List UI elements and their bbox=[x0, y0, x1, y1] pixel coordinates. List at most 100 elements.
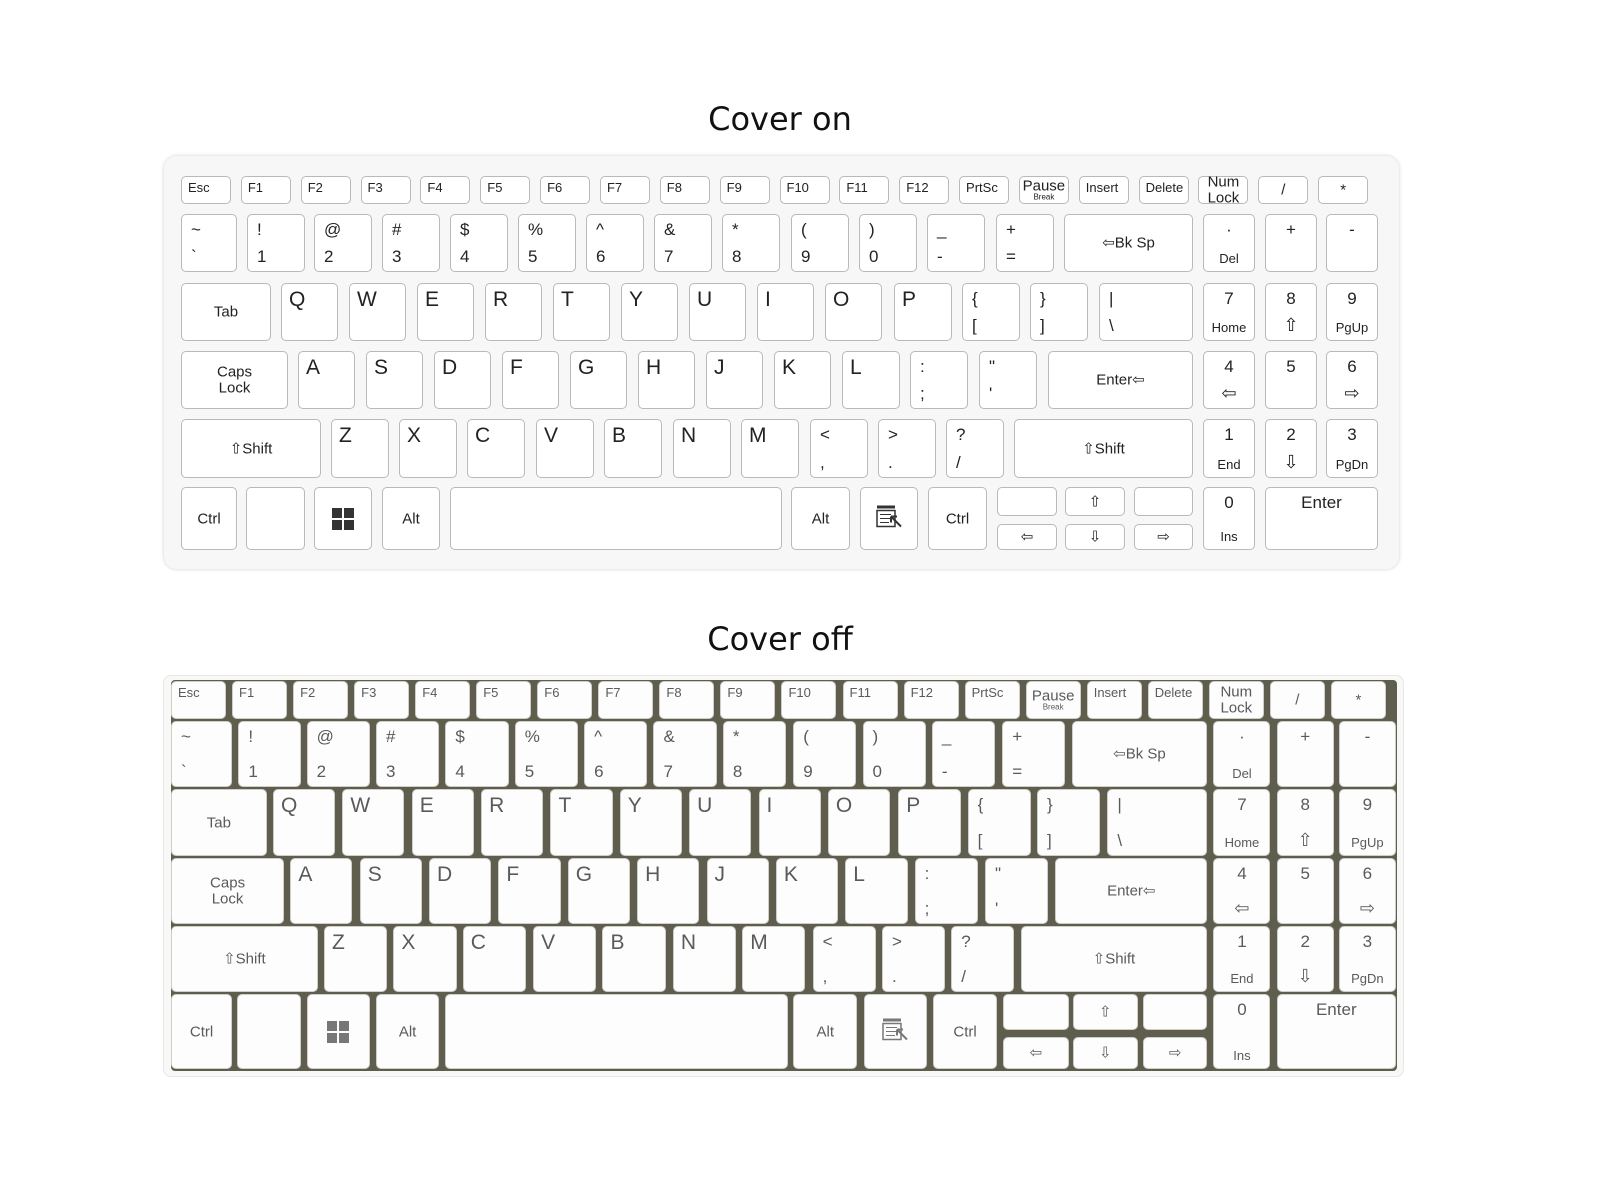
key-p[interactable]: P bbox=[894, 283, 952, 341]
key-symbol[interactable]: {[ bbox=[962, 283, 1020, 341]
key-symbol[interactable]: :; bbox=[914, 858, 978, 924]
key-symbol[interactable]: <, bbox=[810, 419, 868, 478]
key-q[interactable]: Q bbox=[273, 789, 336, 856]
key-z[interactable]: Z bbox=[324, 926, 388, 992]
key-9[interactable]: 9 PgUp bbox=[1326, 283, 1378, 341]
key-4[interactable]: 4 ⇦ bbox=[1203, 351, 1255, 409]
key-symbol[interactable]: _ - bbox=[931, 721, 996, 787]
key-symbol[interactable]: · Del bbox=[1203, 214, 1255, 272]
key-symbol[interactable]: · Del bbox=[1213, 721, 1271, 787]
key-blank[interactable] bbox=[246, 487, 305, 550]
key-m[interactable]: M bbox=[741, 419, 799, 478]
key-blank[interactable] bbox=[1143, 994, 1208, 1030]
key-q[interactable]: Q bbox=[281, 283, 338, 341]
key-7[interactable]: & 7 bbox=[654, 214, 712, 272]
key-num-lock[interactable]: Num Lock bbox=[1208, 681, 1264, 719]
key-blank[interactable] bbox=[450, 487, 782, 550]
key-symbol[interactable]: ⇨ bbox=[1134, 524, 1193, 550]
key-v[interactable]: V bbox=[536, 419, 594, 478]
key-g[interactable]: G bbox=[567, 858, 630, 924]
key-8[interactable]: 8 ⇧ bbox=[1265, 283, 1317, 341]
key-3[interactable]: 3 PgDn bbox=[1326, 419, 1378, 478]
key-k[interactable]: K bbox=[774, 351, 831, 409]
key-3[interactable]: #3 bbox=[382, 214, 440, 272]
key-n[interactable]: N bbox=[673, 419, 731, 478]
key-f12[interactable]: F12 bbox=[899, 176, 950, 204]
key-menu-icon[interactable] bbox=[860, 487, 918, 550]
key-f9[interactable]: F9 bbox=[720, 681, 776, 719]
key-symbol[interactable]: ~ ` bbox=[181, 214, 237, 272]
key-9[interactable]: 9 PgUp bbox=[1338, 789, 1396, 856]
key-symbol[interactable]: + bbox=[1265, 214, 1317, 272]
key-z[interactable]: Z bbox=[331, 419, 389, 478]
key-1[interactable]: ! 1 bbox=[247, 214, 305, 272]
key-h[interactable]: H bbox=[638, 351, 695, 409]
key-f6[interactable]: F6 bbox=[540, 176, 591, 204]
key-t[interactable]: T bbox=[553, 283, 610, 341]
key-enter[interactable]: Enter bbox=[1276, 994, 1396, 1069]
key-w[interactable]: W bbox=[342, 789, 405, 856]
key-pause[interactable]: Pause Break bbox=[1018, 176, 1069, 204]
key-f[interactable]: F bbox=[502, 351, 559, 409]
key-symbol[interactable]: ⇩ bbox=[1065, 524, 1125, 550]
key-9[interactable]: (9 bbox=[793, 721, 857, 787]
key-symbol[interactable]: + = bbox=[1002, 721, 1066, 787]
key-symbol[interactable]: ⇦ bbox=[997, 524, 1057, 550]
key-2[interactable]: @2 bbox=[314, 214, 372, 272]
key-esc[interactable]: Esc bbox=[181, 176, 231, 204]
key-f6[interactable]: F6 bbox=[537, 681, 593, 719]
key-4[interactable]: $4 bbox=[445, 721, 509, 787]
key-5[interactable]: % 5 bbox=[518, 214, 576, 272]
key-symbol[interactable]: ⇩ bbox=[1072, 1036, 1138, 1069]
key-e[interactable]: E bbox=[417, 283, 474, 341]
key-f8[interactable]: F8 bbox=[659, 681, 715, 719]
key-8[interactable]: * 8 bbox=[722, 214, 780, 272]
key-j[interactable]: J bbox=[706, 858, 769, 924]
key-6[interactable]: ^ 6 bbox=[584, 721, 648, 787]
key-f5[interactable]: F5 bbox=[480, 176, 531, 204]
key-8[interactable]: * 8 bbox=[722, 721, 786, 787]
key-tab[interactable]: Tab bbox=[171, 789, 267, 856]
key-7[interactable]: 7 Home bbox=[1213, 789, 1271, 856]
key-l[interactable]: L bbox=[842, 351, 900, 409]
key-x[interactable]: X bbox=[399, 419, 457, 478]
key-bk-sp[interactable]: ⇦Bk Sp bbox=[1071, 721, 1208, 787]
key-blank[interactable] bbox=[997, 487, 1057, 516]
key-symbol[interactable]: {[ bbox=[967, 789, 1031, 856]
key-a[interactable]: A bbox=[298, 351, 355, 409]
key-f1[interactable]: F1 bbox=[232, 681, 288, 719]
key-f10[interactable]: F10 bbox=[779, 176, 830, 204]
key-pause[interactable]: Pause Break bbox=[1025, 681, 1081, 719]
key-symbol[interactable]: * bbox=[1318, 176, 1369, 204]
key-alt[interactable]: Alt bbox=[382, 487, 440, 550]
key-ctrl[interactable]: Ctrl bbox=[171, 994, 233, 1069]
key-2[interactable]: 2 ⇩ bbox=[1276, 926, 1334, 992]
key-o[interactable]: O bbox=[825, 283, 882, 341]
key-insert[interactable]: Insert bbox=[1078, 176, 1129, 204]
key-menu-icon[interactable] bbox=[863, 994, 927, 1069]
key-ctrl[interactable]: Ctrl bbox=[928, 487, 987, 550]
key-2[interactable]: @2 bbox=[306, 721, 370, 787]
key-symbol[interactable]: " ' bbox=[979, 351, 1037, 409]
key-symbol[interactable]: / bbox=[1258, 176, 1309, 204]
key-f3[interactable]: F3 bbox=[354, 681, 410, 719]
key-symbol[interactable]: + = bbox=[996, 214, 1054, 272]
key-v[interactable]: V bbox=[533, 926, 597, 992]
key-blank[interactable] bbox=[1003, 994, 1069, 1030]
key-symbol[interactable]: }] bbox=[1036, 789, 1101, 856]
key-windows-icon[interactable] bbox=[306, 994, 370, 1069]
key-esc[interactable]: Esc bbox=[171, 681, 226, 719]
key-bk-sp[interactable]: ⇦Bk Sp bbox=[1064, 214, 1193, 272]
key-6[interactable]: ^ 6 bbox=[586, 214, 644, 272]
key-ctrl[interactable]: Ctrl bbox=[181, 487, 237, 550]
key-symbol[interactable]: / bbox=[1269, 681, 1325, 719]
key-1[interactable]: 1 End bbox=[1203, 419, 1255, 478]
key-enter[interactable]: Enter⇦ bbox=[1048, 351, 1193, 409]
key-o[interactable]: O bbox=[827, 789, 890, 856]
key-i[interactable]: I bbox=[758, 789, 821, 856]
key-symbol[interactable]: + bbox=[1276, 721, 1334, 787]
key-shift[interactable]: ⇧Shift bbox=[171, 926, 318, 992]
key-g[interactable]: G bbox=[570, 351, 627, 409]
key-m[interactable]: M bbox=[742, 926, 806, 992]
key-7[interactable]: 7 Home bbox=[1203, 283, 1255, 341]
